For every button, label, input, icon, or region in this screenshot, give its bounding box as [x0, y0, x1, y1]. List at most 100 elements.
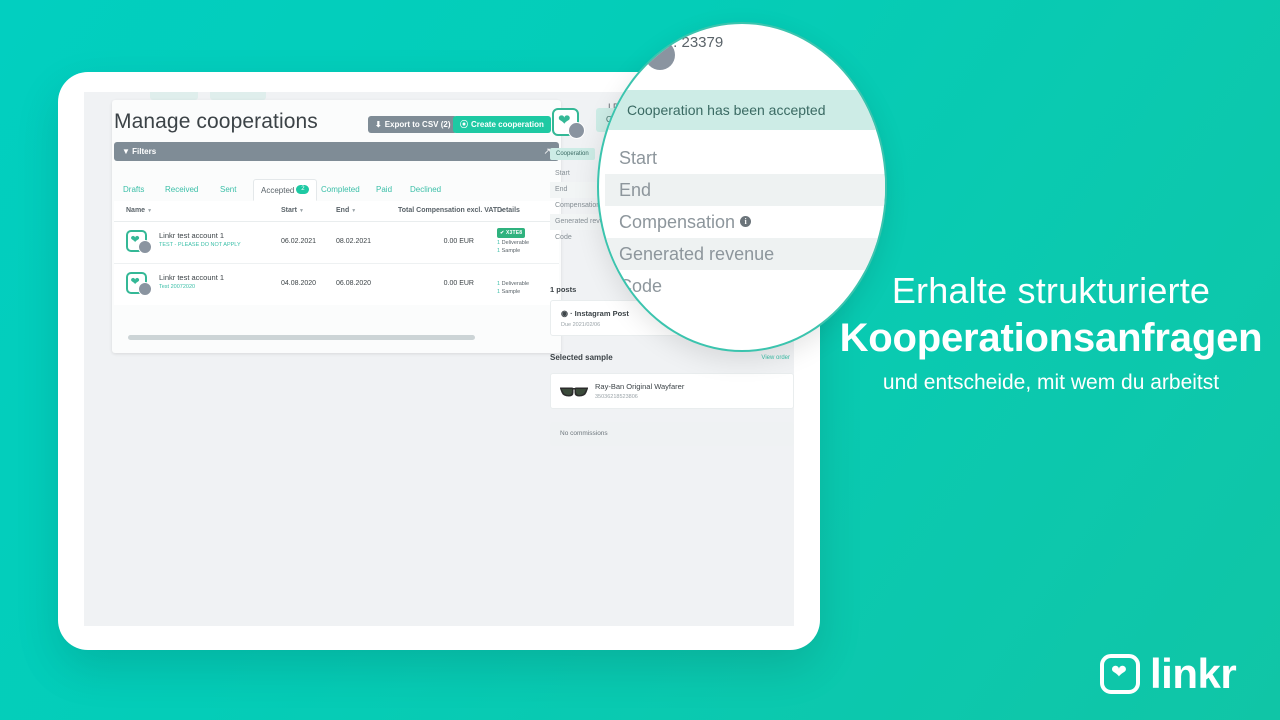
sort-caret-icon[interactable]: ▼: [147, 208, 152, 214]
magnified-field-label: Code: [619, 276, 663, 296]
row-details-cell: 1 Deliverable 1 Sample: [497, 270, 529, 295]
detail-field-label: Start: [555, 170, 570, 177]
detail-label: Sample: [500, 289, 521, 295]
tab-label: Completed: [321, 185, 360, 194]
horizontal-scrollbar-track[interactable]: [114, 333, 559, 343]
detail-field-label: Compensation: [555, 202, 601, 209]
magnified-field-generated: Generated revenue: [605, 238, 885, 270]
tab-paid[interactable]: Paid: [369, 179, 399, 201]
profile-circle-icon: [138, 282, 152, 296]
detail-line: 1 Sample: [497, 248, 529, 254]
row-compensation: 0.00 EUR: [443, 238, 474, 245]
export-to-csv-label: Export to CSV (2): [384, 120, 451, 129]
sort-caret-icon[interactable]: ▼: [351, 208, 356, 214]
heart-icon: ❤: [1111, 662, 1127, 683]
marketing-line-1: Erhalte strukturierte: [891, 270, 1211, 311]
tab-accepted[interactable]: Accepted 2: [253, 179, 318, 201]
tab-completed[interactable]: Completed: [314, 179, 367, 201]
sort-caret-icon[interactable]: ▼: [299, 208, 304, 214]
post-title: Instagram Post: [574, 309, 629, 318]
cooperation-chip: Cooperation: [550, 148, 595, 160]
row-campaign-title[interactable]: Test 20072020: [159, 284, 224, 290]
detail-line: 1 Deliverable: [497, 281, 529, 287]
row-avatar: ❤: [126, 272, 154, 297]
magnified-field-compensation: Compensation i: [605, 206, 885, 238]
cooperations-table: Name ▼ Start ▼ End ▼ Total Compensation excl. …: [114, 201, 559, 305]
sunglasses-icon: [560, 387, 588, 397]
magnified-field-end: End: [605, 174, 885, 206]
detail-field-label: Code: [555, 234, 572, 241]
table-body: ❤ Linkr test account 1 TEST - PLEASE DO NO…: [114, 222, 559, 305]
tab-label: Declined: [410, 185, 442, 194]
magnified-status-banner-text: Cooperation has been accepted: [627, 102, 826, 118]
selected-sample-heading: Selected sample: [550, 353, 613, 362]
download-icon: ⬇: [375, 120, 382, 129]
profile-circle-icon: [568, 122, 585, 139]
column-header-start[interactable]: Start ▼: [281, 201, 304, 221]
magnified-cooperation-id: I.D. 23379: [654, 34, 724, 51]
row-start-date: 04.08.2020: [281, 280, 317, 287]
export-to-csv-button[interactable]: ⬇ Export to CSV (2): [368, 116, 458, 133]
tab-count-badge: 2: [296, 185, 310, 195]
page-title: Manage cooperations: [114, 110, 318, 133]
cooperations-card: Manage cooperations ⬇ Export to CSV (2) ⦿…: [112, 100, 561, 353]
profile-circle-icon: [138, 240, 152, 254]
tab-drafts[interactable]: Drafts: [116, 179, 151, 201]
row-account-name: Linkr test account 1: [159, 231, 225, 240]
row-account-name: Linkr test account 1: [159, 273, 225, 282]
magnified-field-label: Generated revenue: [619, 244, 775, 264]
filters-bar[interactable]: ▼ Filters ↗: [114, 142, 559, 161]
column-header-end[interactable]: End ▼: [336, 201, 356, 221]
view-order-link[interactable]: View order: [761, 355, 790, 361]
tab-sent[interactable]: Sent: [213, 179, 243, 201]
tab-received[interactable]: Received: [158, 179, 205, 201]
detail-label: Deliverable: [500, 281, 530, 287]
magnified-field-label: Start: [619, 148, 658, 168]
status-tabs: Drafts Received Sent Accepted 2 Completed Paid…: [114, 179, 559, 202]
column-header-label: Start: [281, 207, 297, 214]
column-header-details: Details: [497, 201, 520, 221]
magnified-field-label: End: [619, 180, 652, 200]
detail-avatar: ❤: [552, 108, 588, 140]
row-details-cell: ✔ X3TE8 1 Deliverable 1 Sample: [497, 228, 529, 254]
detail-field-label: End: [555, 186, 568, 193]
linkr-mark-icon: ❤: [1100, 654, 1140, 694]
discount-code-badge: ✔ X3TE8: [497, 228, 526, 238]
tab-declined[interactable]: Declined: [403, 179, 448, 201]
sample-sku: 35036218523806: [595, 394, 638, 400]
marketing-copy: Erhalte strukturierte Kooperationsanfrag…: [830, 268, 1272, 399]
row-end-date: 08.02.2021: [336, 238, 372, 245]
horizontal-scrollbar-thumb[interactable]: [128, 335, 475, 340]
brand-logo: ❤ linkr: [1100, 650, 1237, 697]
table-row[interactable]: ❤ Linkr test account 1 TEST - PLEASE DO NO…: [114, 222, 559, 264]
column-header-name[interactable]: Name ▼: [126, 201, 152, 221]
row-end-date: 06.08.2020: [336, 280, 372, 287]
column-header-total[interactable]: Total Compensation excl. VAT ▼: [398, 201, 504, 221]
commissions-empty-bar: No commissions: [550, 422, 794, 446]
brand-name: linkr: [1150, 650, 1237, 697]
row-compensation: 0.00 EUR: [443, 280, 474, 287]
filters-label: Filters: [132, 147, 157, 156]
tab-label: Accepted: [261, 186, 295, 195]
discount-code-text: X3TE8: [505, 230, 523, 236]
details-spacer: [497, 270, 529, 279]
screen-notch-tab-left: [150, 92, 198, 100]
row-name-cell: Linkr test account 1 TEST - PLEASE DO NOT…: [159, 231, 241, 248]
create-cooperation-label: Create cooperation: [471, 120, 544, 129]
instagram-icon: ◉: [561, 309, 568, 318]
table-row[interactable]: ❤ Linkr test account 1 Test 20072020 04.08.…: [114, 264, 559, 305]
row-start-date: 06.02.2021: [281, 238, 317, 245]
column-header-label: End: [336, 207, 350, 214]
sample-name: Ray-Ban Original Wayfarer: [595, 382, 685, 391]
marketing-line-2: Kooperationsanfragen: [839, 316, 1263, 360]
tab-label: Paid: [376, 185, 393, 194]
sample-card[interactable]: Ray-Ban Original Wayfarer 35036218523806: [550, 373, 794, 409]
plus-circle-icon: ⦿: [460, 120, 468, 129]
create-cooperation-button[interactable]: ⦿ Create cooperation: [453, 116, 551, 133]
detail-line: 1 Deliverable: [497, 240, 529, 246]
funnel-icon: ▼: [122, 147, 130, 156]
row-campaign-title[interactable]: TEST - PLEASE DO NOT APPLY: [159, 242, 241, 248]
info-icon[interactable]: i: [740, 215, 752, 227]
column-header-label: Name: [126, 207, 146, 214]
marketing-line-3: und entscheide, mit wem du arbeitst: [882, 371, 1220, 394]
